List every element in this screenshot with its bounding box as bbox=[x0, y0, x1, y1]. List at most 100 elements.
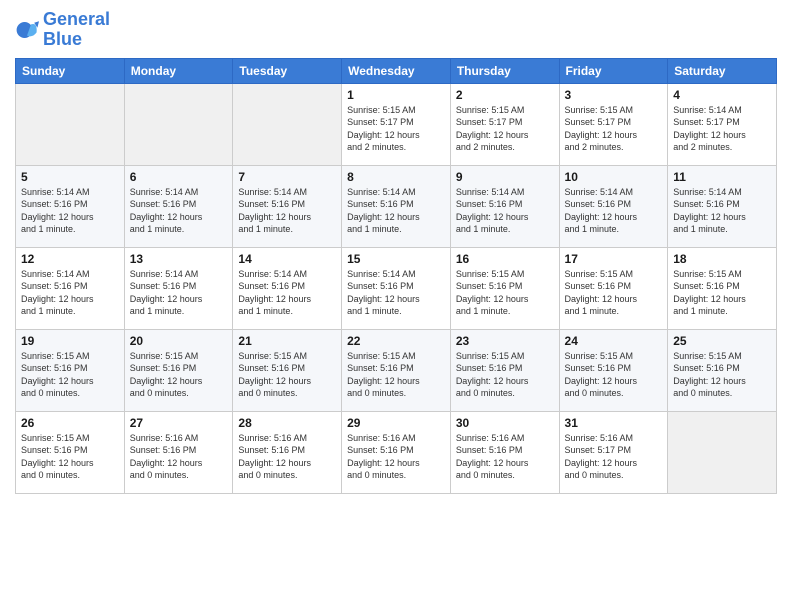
week-row-1: 1 Sunrise: 5:15 AMSunset: 5:17 PMDaylight… bbox=[16, 83, 777, 165]
day-info: Sunrise: 5:14 AMSunset: 5:16 PMDaylight:… bbox=[21, 268, 119, 318]
calendar-cell: 12 Sunrise: 5:14 AMSunset: 5:16 PMDayligh… bbox=[16, 247, 125, 329]
calendar-cell bbox=[16, 83, 125, 165]
day-info: Sunrise: 5:15 AMSunset: 5:16 PMDaylight:… bbox=[21, 350, 119, 400]
calendar-cell: 30Sunrise: 5:16 AMSunset: 5:16 PMDayligh… bbox=[450, 411, 559, 493]
calendar-cell: 4 Sunrise: 5:14 AMSunset: 5:17 PMDaylight… bbox=[668, 83, 777, 165]
calendar-cell: 9 Sunrise: 5:14 AMSunset: 5:16 PMDaylight… bbox=[450, 165, 559, 247]
calendar-cell: 21Sunrise: 5:15 AMSunset: 5:16 PMDayligh… bbox=[233, 329, 342, 411]
day-number: 5 bbox=[21, 170, 119, 184]
calendar-cell: 10 Sunrise: 5:14 AMSunset: 5:16 PMDayligh… bbox=[559, 165, 668, 247]
calendar-cell: 2 Sunrise: 5:15 AMSunset: 5:17 PMDaylight… bbox=[450, 83, 559, 165]
day-info: Sunrise: 5:15 AMSunset: 5:16 PMDaylight:… bbox=[130, 350, 228, 400]
week-row-5: 26 Sunrise: 5:15 AMSunset: 5:16 PMDayligh… bbox=[16, 411, 777, 493]
calendar-cell: 23 Sunrise: 5:15 AMSunset: 5:16 PMDayligh… bbox=[450, 329, 559, 411]
day-info: Sunrise: 5:15 AMSunset: 5:16 PMDaylight:… bbox=[21, 432, 119, 482]
day-number: 6 bbox=[130, 170, 228, 184]
day-info: Sunrise: 5:16 AMSunset: 5:16 PMDaylight:… bbox=[238, 432, 336, 482]
day-info: Sunrise: 5:15 AMSunset: 5:16 PMDaylight:… bbox=[238, 350, 336, 400]
calendar-cell: 26 Sunrise: 5:15 AMSunset: 5:16 PMDayligh… bbox=[16, 411, 125, 493]
day-info: Sunrise: 5:14 AMSunset: 5:16 PMDaylight:… bbox=[238, 268, 336, 318]
weekday-monday: Monday bbox=[124, 58, 233, 83]
calendar-cell: 1 Sunrise: 5:15 AMSunset: 5:17 PMDaylight… bbox=[342, 83, 451, 165]
day-number: 28 bbox=[238, 416, 336, 430]
day-number: 2 bbox=[456, 88, 554, 102]
week-row-2: 5 Sunrise: 5:14 AMSunset: 5:16 PMDaylight… bbox=[16, 165, 777, 247]
weekday-header-row: SundayMondayTuesdayWednesdayThursdayFrid… bbox=[16, 58, 777, 83]
day-number: 17 bbox=[565, 252, 663, 266]
day-info: Sunrise: 5:14 AMSunset: 5:16 PMDaylight:… bbox=[347, 268, 445, 318]
day-info: Sunrise: 5:15 AMSunset: 5:16 PMDaylight:… bbox=[673, 268, 771, 318]
day-info: Sunrise: 5:15 AMSunset: 5:17 PMDaylight:… bbox=[565, 104, 663, 154]
day-info: Sunrise: 5:15 AMSunset: 5:16 PMDaylight:… bbox=[347, 350, 445, 400]
calendar-cell: 17 Sunrise: 5:15 AMSunset: 5:16 PMDayligh… bbox=[559, 247, 668, 329]
weekday-saturday: Saturday bbox=[668, 58, 777, 83]
calendar-cell: 20 Sunrise: 5:15 AMSunset: 5:16 PMDayligh… bbox=[124, 329, 233, 411]
day-number: 8 bbox=[347, 170, 445, 184]
calendar-cell bbox=[124, 83, 233, 165]
calendar-cell: 15 Sunrise: 5:14 AMSunset: 5:16 PMDayligh… bbox=[342, 247, 451, 329]
day-number: 13 bbox=[130, 252, 228, 266]
day-info: Sunrise: 5:14 AMSunset: 5:16 PMDaylight:… bbox=[130, 186, 228, 236]
weekday-thursday: Thursday bbox=[450, 58, 559, 83]
calendar-cell: 14 Sunrise: 5:14 AMSunset: 5:16 PMDayligh… bbox=[233, 247, 342, 329]
day-info: Sunrise: 5:15 AMSunset: 5:16 PMDaylight:… bbox=[565, 350, 663, 400]
day-number: 1 bbox=[347, 88, 445, 102]
day-info: Sunrise: 5:16 AMSunset: 5:16 PMDaylight:… bbox=[347, 432, 445, 482]
calendar-cell bbox=[668, 411, 777, 493]
day-number: 9 bbox=[456, 170, 554, 184]
logo-icon bbox=[15, 18, 39, 42]
day-number: 31 bbox=[565, 416, 663, 430]
calendar-cell: 16Sunrise: 5:15 AMSunset: 5:16 PMDayligh… bbox=[450, 247, 559, 329]
day-number: 25 bbox=[673, 334, 771, 348]
calendar-cell: 27 Sunrise: 5:16 AMSunset: 5:16 PMDayligh… bbox=[124, 411, 233, 493]
day-info: Sunrise: 5:16 AMSunset: 5:17 PMDaylight:… bbox=[565, 432, 663, 482]
day-info: Sunrise: 5:14 AMSunset: 5:16 PMDaylight:… bbox=[673, 186, 771, 236]
day-number: 20 bbox=[130, 334, 228, 348]
calendar-cell: 24 Sunrise: 5:15 AMSunset: 5:16 PMDayligh… bbox=[559, 329, 668, 411]
day-number: 22 bbox=[347, 334, 445, 348]
day-info: Sunrise: 5:14 AMSunset: 5:16 PMDaylight:… bbox=[456, 186, 554, 236]
day-info: Sunrise: 5:14 AMSunset: 5:16 PMDaylight:… bbox=[565, 186, 663, 236]
calendar-cell: 22 Sunrise: 5:15 AMSunset: 5:16 PMDayligh… bbox=[342, 329, 451, 411]
day-info: Sunrise: 5:15 AMSunset: 5:16 PMDaylight:… bbox=[565, 268, 663, 318]
day-number: 4 bbox=[673, 88, 771, 102]
day-info: Sunrise: 5:15 AMSunset: 5:17 PMDaylight:… bbox=[347, 104, 445, 154]
day-info: Sunrise: 5:15 AMSunset: 5:16 PMDaylight:… bbox=[673, 350, 771, 400]
calendar-cell: 25 Sunrise: 5:15 AMSunset: 5:16 PMDayligh… bbox=[668, 329, 777, 411]
calendar-cell: 18Sunrise: 5:15 AMSunset: 5:16 PMDayligh… bbox=[668, 247, 777, 329]
day-number: 19 bbox=[21, 334, 119, 348]
weekday-friday: Friday bbox=[559, 58, 668, 83]
day-number: 12 bbox=[21, 252, 119, 266]
calendar-cell bbox=[233, 83, 342, 165]
day-number: 11 bbox=[673, 170, 771, 184]
day-number: 29 bbox=[347, 416, 445, 430]
day-number: 24 bbox=[565, 334, 663, 348]
weekday-sunday: Sunday bbox=[16, 58, 125, 83]
day-info: Sunrise: 5:16 AMSunset: 5:16 PMDaylight:… bbox=[456, 432, 554, 482]
day-info: Sunrise: 5:14 AMSunset: 5:16 PMDaylight:… bbox=[238, 186, 336, 236]
day-info: Sunrise: 5:15 AMSunset: 5:16 PMDaylight:… bbox=[456, 350, 554, 400]
day-number: 27 bbox=[130, 416, 228, 430]
calendar-cell: 3Sunrise: 5:15 AMSunset: 5:17 PMDaylight… bbox=[559, 83, 668, 165]
calendar-cell: 6 Sunrise: 5:14 AMSunset: 5:16 PMDaylight… bbox=[124, 165, 233, 247]
day-number: 26 bbox=[21, 416, 119, 430]
day-number: 15 bbox=[347, 252, 445, 266]
calendar-cell: 5 Sunrise: 5:14 AMSunset: 5:16 PMDaylight… bbox=[16, 165, 125, 247]
logo: General Blue bbox=[15, 10, 110, 50]
calendar-table: SundayMondayTuesdayWednesdayThursdayFrid… bbox=[15, 58, 777, 494]
day-info: Sunrise: 5:14 AMSunset: 5:17 PMDaylight:… bbox=[673, 104, 771, 154]
week-row-3: 12 Sunrise: 5:14 AMSunset: 5:16 PMDayligh… bbox=[16, 247, 777, 329]
header: General Blue bbox=[15, 10, 777, 50]
weekday-wednesday: Wednesday bbox=[342, 58, 451, 83]
page: General Blue SundayMondayTuesdayWednesda… bbox=[0, 0, 792, 612]
day-number: 10 bbox=[565, 170, 663, 184]
day-number: 14 bbox=[238, 252, 336, 266]
weekday-tuesday: Tuesday bbox=[233, 58, 342, 83]
week-row-4: 19 Sunrise: 5:15 AMSunset: 5:16 PMDayligh… bbox=[16, 329, 777, 411]
day-info: Sunrise: 5:15 AMSunset: 5:17 PMDaylight:… bbox=[456, 104, 554, 154]
day-number: 23 bbox=[456, 334, 554, 348]
day-info: Sunrise: 5:16 AMSunset: 5:16 PMDaylight:… bbox=[130, 432, 228, 482]
calendar-cell: 29 Sunrise: 5:16 AMSunset: 5:16 PMDayligh… bbox=[342, 411, 451, 493]
calendar-cell: 13Sunrise: 5:14 AMSunset: 5:16 PMDayligh… bbox=[124, 247, 233, 329]
day-info: Sunrise: 5:14 AMSunset: 5:16 PMDaylight:… bbox=[21, 186, 119, 236]
